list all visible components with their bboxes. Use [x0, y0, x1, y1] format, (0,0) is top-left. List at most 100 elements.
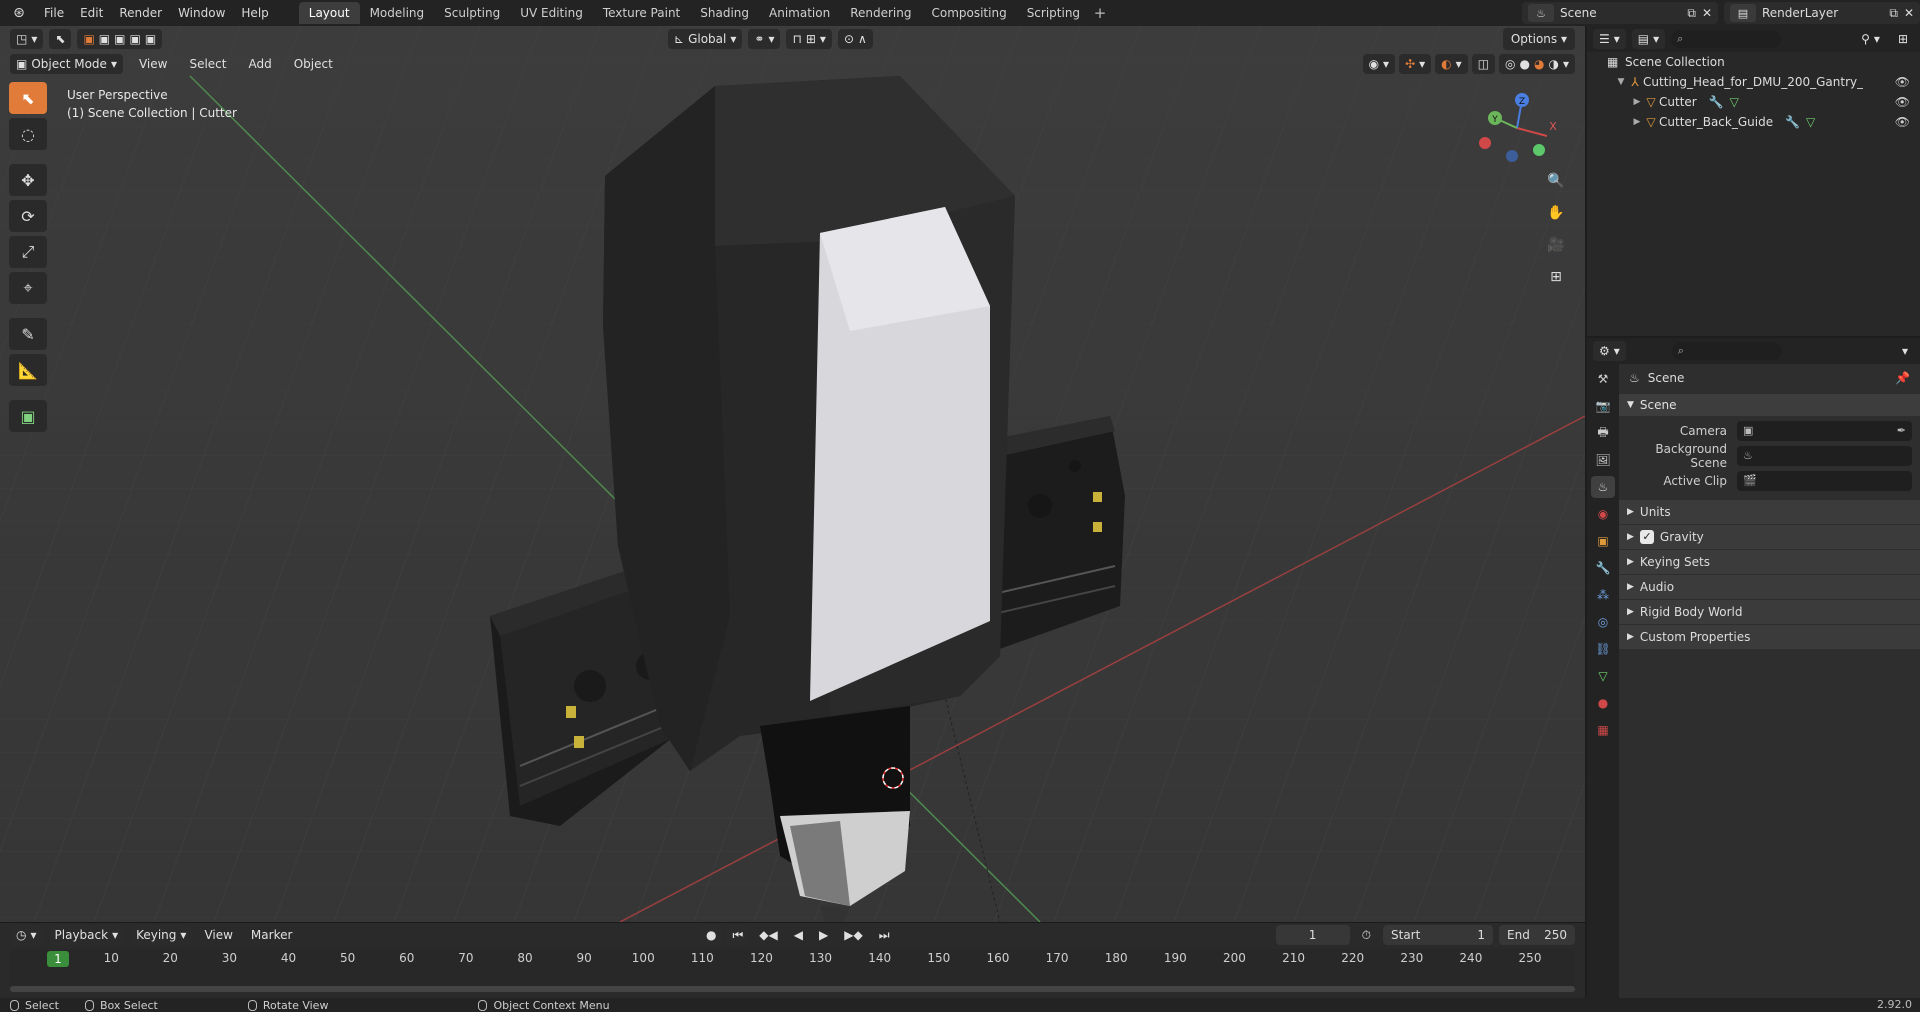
rigid-body-world-panel-header[interactable]: ▶ Rigid Body World — [1619, 600, 1920, 624]
tab-animation[interactable]: Animation — [759, 2, 840, 24]
output-tab-icon[interactable]: 🖶 — [1591, 422, 1615, 444]
close-icon[interactable]: ✕ — [1904, 6, 1914, 20]
transform-orientation-dropdown[interactable]: ⊾ Global ▾ — [668, 29, 743, 49]
menu-select[interactable]: Select — [183, 54, 232, 74]
view-layer-selector[interactable]: ▤ RenderLayer ⧉ ✕ — [1724, 2, 1920, 24]
particles-tab-icon[interactable]: ⁂ — [1591, 584, 1615, 606]
mode-dropdown[interactable]: ▣ Object Mode ▾ — [10, 54, 123, 74]
visibility-eye-icon[interactable]: 👁 — [1895, 75, 1910, 89]
tab-sculpting[interactable]: Sculpting — [434, 2, 510, 24]
navigation-gizmo[interactable]: Z Y X — [1477, 88, 1557, 168]
material-preview-icon[interactable]: ◕ — [1534, 57, 1544, 71]
menu-file[interactable]: File — [36, 0, 72, 26]
material-tab-icon[interactable]: ● — [1591, 692, 1615, 714]
mode-intersect-icon[interactable]: ▣ — [145, 32, 156, 46]
transform-tool[interactable]: ⌖ — [9, 272, 47, 304]
menu-view[interactable]: View — [198, 925, 238, 945]
shading-modes[interactable]: ◎ ● ◕ ◑ ▾ — [1499, 54, 1575, 74]
play-button[interactable]: ▶ — [813, 925, 834, 945]
display-mode-dropdown[interactable]: ▤ ▾ — [1631, 29, 1666, 49]
prev-keyframe-button[interactable]: ◆◀ — [753, 925, 783, 945]
tab-layout[interactable]: Layout — [298, 2, 360, 24]
data-tab-icon[interactable]: ▽ — [1591, 665, 1615, 687]
menu-help[interactable]: Help — [233, 0, 276, 26]
visibility-dropdown[interactable]: ◉ ▾ — [1362, 54, 1396, 74]
copy-icon[interactable]: ⧉ — [1687, 6, 1696, 21]
annotate-tool[interactable]: ✎ — [9, 318, 47, 350]
menu-add[interactable]: Add — [242, 54, 277, 74]
editor-type-button[interactable]: ⚙ ▾ — [1593, 341, 1626, 361]
audio-panel-header[interactable]: ▶ Audio — [1619, 575, 1920, 599]
expand-right-icon[interactable]: ▶ — [1631, 97, 1643, 107]
play-reverse-button[interactable]: ◀ — [788, 925, 809, 945]
snap-dropdown[interactable]: ⊓ ⊞ ▾ — [786, 29, 832, 49]
menu-window[interactable]: Window — [170, 0, 233, 26]
mode-extend-icon[interactable]: ▣ — [99, 32, 110, 46]
overlay-toggle[interactable]: ◐ ▾ — [1435, 54, 1468, 74]
xray-toggle[interactable]: ◫ — [1471, 54, 1496, 74]
texture-tab-icon[interactable]: ▦ — [1591, 719, 1615, 741]
mode-new-icon[interactable]: ▣ — [83, 32, 94, 46]
options-dropdown[interactable]: Options ▾ — [1502, 28, 1575, 50]
pivot-point-dropdown[interactable]: ⚭ ▾ — [748, 29, 781, 49]
view-layer-tab-icon[interactable]: 🖼 — [1591, 449, 1615, 471]
scene-tab-icon[interactable]: ♨ — [1591, 476, 1615, 498]
pan-hand-icon[interactable]: ✋ — [1543, 200, 1569, 226]
outliner-row-cutter-back-guide[interactable]: ▶ ▽ Cutter_Back_Guide 🔧 ▽ 👁 — [1587, 112, 1920, 132]
rendered-icon[interactable]: ◑ — [1548, 57, 1558, 71]
tab-rendering[interactable]: Rendering — [840, 2, 921, 24]
blender-logo-icon[interactable]: ⊛ — [8, 2, 30, 24]
scene-panel-header[interactable]: ▼ Scene — [1619, 394, 1920, 416]
move-tool[interactable]: ✥ — [9, 164, 47, 196]
options-dropdown[interactable]: ▾ — [1896, 341, 1914, 361]
select-mode-buttons[interactable]: ▣ ▣ ▣ ▣ ▣ — [77, 29, 163, 49]
scene-selector[interactable]: ♨ Scene ⧉ ✕ — [1522, 2, 1718, 24]
gravity-checkbox[interactable]: ✓ — [1639, 530, 1654, 544]
zoom-icon[interactable]: 🔍 — [1543, 168, 1569, 194]
scale-tool[interactable]: ⤢ — [9, 236, 47, 268]
timeline-scrollbar[interactable] — [10, 986, 1575, 992]
expand-down-icon[interactable]: ▼ — [1615, 77, 1627, 87]
playback-dropdown[interactable]: Playback ▾ — [48, 925, 125, 945]
measure-tool[interactable]: 📐 — [9, 354, 47, 386]
new-collection-button[interactable]: ⊞ — [1892, 29, 1914, 49]
end-frame-field[interactable]: End 250 — [1499, 925, 1575, 945]
close-icon[interactable]: ✕ — [1702, 6, 1712, 20]
tab-uv-editing[interactable]: UV Editing — [510, 2, 593, 24]
properties-search-input[interactable]: ⌕ — [1671, 342, 1782, 360]
render-tab-icon[interactable]: 📷 — [1591, 395, 1615, 417]
current-frame-indicator[interactable]: 1 — [47, 951, 69, 967]
outliner-row-collection[interactable]: ▼ ⅄ Cutting_Head_for_DMU_200_Gantry_CNC_… — [1587, 72, 1920, 92]
copy-icon[interactable]: ⧉ — [1889, 6, 1898, 21]
camera-field[interactable]: ▣ ✒ — [1737, 420, 1912, 441]
tab-compositing[interactable]: Compositing — [921, 2, 1016, 24]
visibility-eye-icon[interactable]: 👁 — [1895, 115, 1910, 129]
tab-texture-paint[interactable]: Texture Paint — [593, 2, 690, 24]
perspective-grid-icon[interactable]: ⊞ — [1543, 264, 1569, 290]
gizmo-toggle[interactable]: ✣ ▾ — [1399, 54, 1432, 74]
jump-end-button[interactable]: ⏭ — [873, 925, 896, 945]
current-frame-field[interactable]: 1 — [1275, 925, 1350, 945]
next-keyframe-button[interactable]: ▶◆ — [838, 925, 868, 945]
editor-type-button[interactable]: ◳ ▾ — [10, 29, 44, 49]
outliner-search-input[interactable]: ⌕ — [1671, 30, 1782, 48]
record-button[interactable]: ● — [700, 925, 723, 945]
add-cube-tool[interactable]: ▣ — [9, 400, 47, 432]
mode-invert-icon[interactable]: ▣ — [129, 32, 140, 46]
menu-view[interactable]: View — [133, 54, 173, 74]
world-tab-icon[interactable]: ◉ — [1591, 503, 1615, 525]
timeline-ruler[interactable]: 1 10 20 30 40 50 60 70 80 90 100 110 120 130 140 150 16… — [10, 949, 1575, 989]
modifier-tab-icon[interactable]: 🔧 — [1591, 557, 1615, 579]
physics-tab-icon[interactable]: ◎ — [1591, 611, 1615, 633]
pin-icon[interactable]: 📌 — [1895, 371, 1910, 385]
tool-tab-icon[interactable]: ⚒ — [1591, 368, 1615, 390]
tab-modeling[interactable]: Modeling — [360, 2, 435, 24]
menu-object[interactable]: Object — [288, 54, 339, 74]
menu-render[interactable]: Render — [111, 0, 170, 26]
tab-shading[interactable]: Shading — [690, 2, 759, 24]
tab-scripting[interactable]: Scripting — [1017, 2, 1090, 24]
camera-view-icon[interactable]: 🎥 — [1543, 232, 1569, 258]
keying-sets-panel-header[interactable]: ▶ Keying Sets — [1619, 550, 1920, 574]
filter-dropdown[interactable]: ⚲ ▾ — [1855, 29, 1886, 49]
editor-type-button[interactable]: ◷ ▾ — [10, 925, 43, 945]
